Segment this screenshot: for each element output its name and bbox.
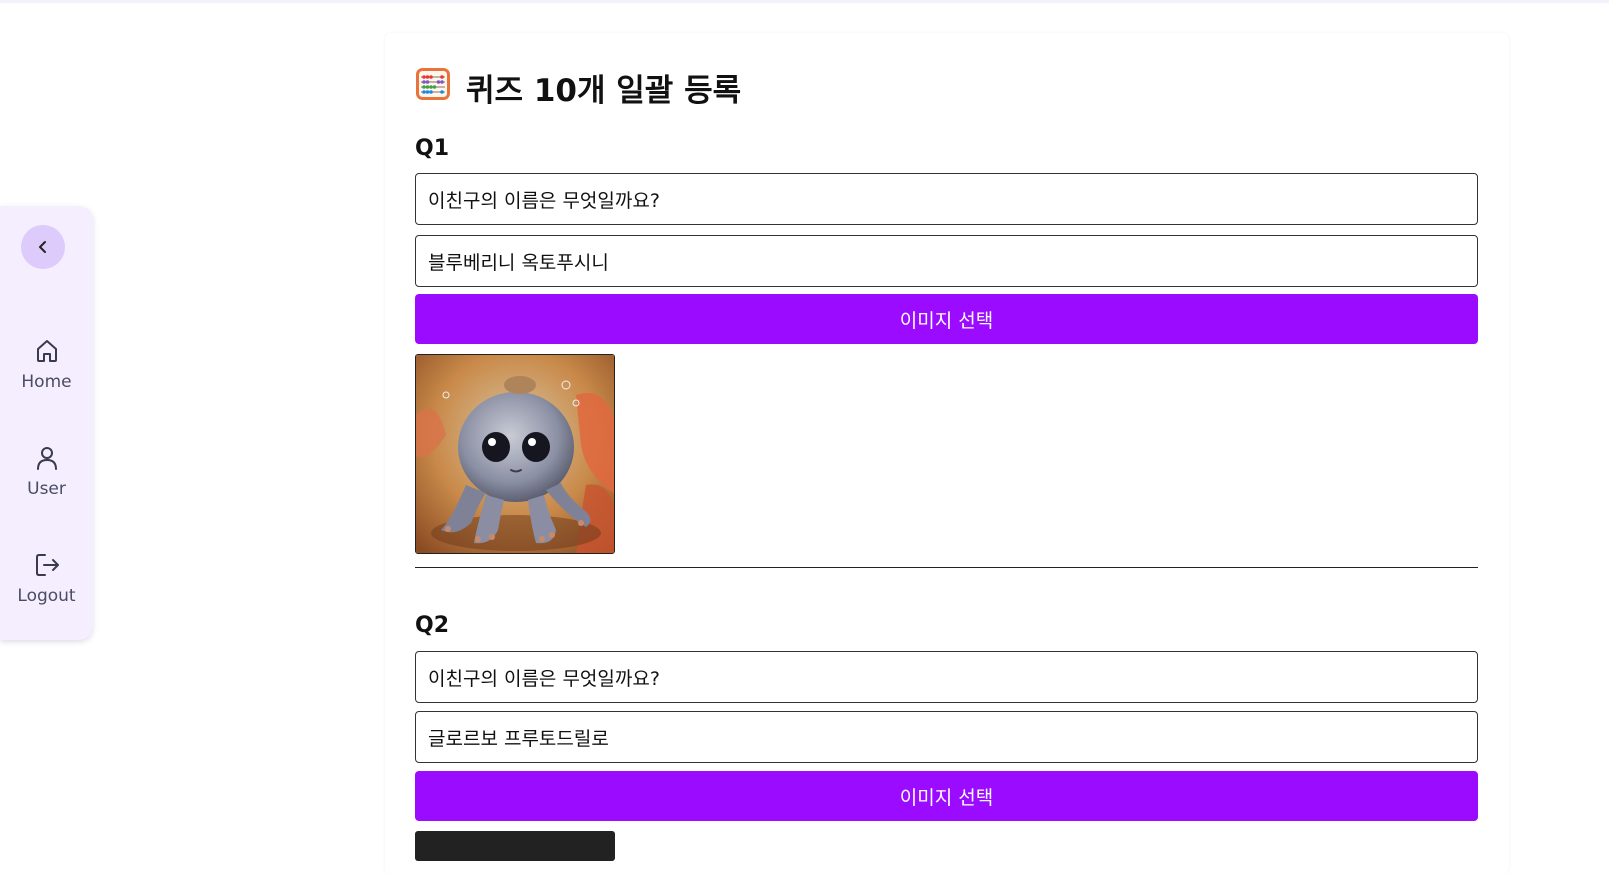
quiz-label: Q2 bbox=[415, 613, 450, 638]
quiz-image-thumbnail bbox=[415, 354, 615, 554]
logout-icon bbox=[32, 550, 62, 580]
quiz-image-thumbnail bbox=[415, 831, 615, 861]
quiz-form-card: 퀴즈 10개 일괄 등록 Q1 이미지 선택 bbox=[385, 33, 1509, 873]
octopus-image bbox=[416, 355, 614, 553]
home-icon bbox=[32, 336, 62, 366]
sidebar-item-logout[interactable]: Logout bbox=[0, 550, 93, 630]
top-border bbox=[0, 0, 1609, 3]
select-image-button[interactable]: 이미지 선택 bbox=[415, 294, 1478, 344]
answer-input[interactable] bbox=[415, 711, 1478, 763]
sidebar-item-user[interactable]: User bbox=[0, 443, 93, 523]
sidebar-item-label: User bbox=[27, 479, 66, 499]
question-input[interactable] bbox=[415, 173, 1478, 225]
sidebar-item-label: Logout bbox=[17, 586, 76, 606]
quiz-label: Q1 bbox=[415, 136, 450, 161]
chevron-left-icon bbox=[39, 241, 46, 253]
sidebar-item-home[interactable]: Home bbox=[0, 336, 93, 416]
abacus-icon bbox=[416, 67, 450, 108]
answer-input[interactable] bbox=[415, 235, 1478, 287]
page-title-text: 퀴즈 10개 일괄 등록 bbox=[466, 73, 742, 109]
question-input[interactable] bbox=[415, 651, 1478, 703]
user-icon bbox=[32, 443, 62, 473]
page-title: 퀴즈 10개 일괄 등록 bbox=[416, 65, 741, 110]
section-divider bbox=[415, 567, 1478, 568]
sidebar: Home User Logout bbox=[0, 206, 93, 640]
select-image-button[interactable]: 이미지 선택 bbox=[415, 771, 1478, 821]
sidebar-item-label: Home bbox=[21, 372, 72, 392]
sidebar-collapse-button[interactable] bbox=[21, 225, 65, 269]
